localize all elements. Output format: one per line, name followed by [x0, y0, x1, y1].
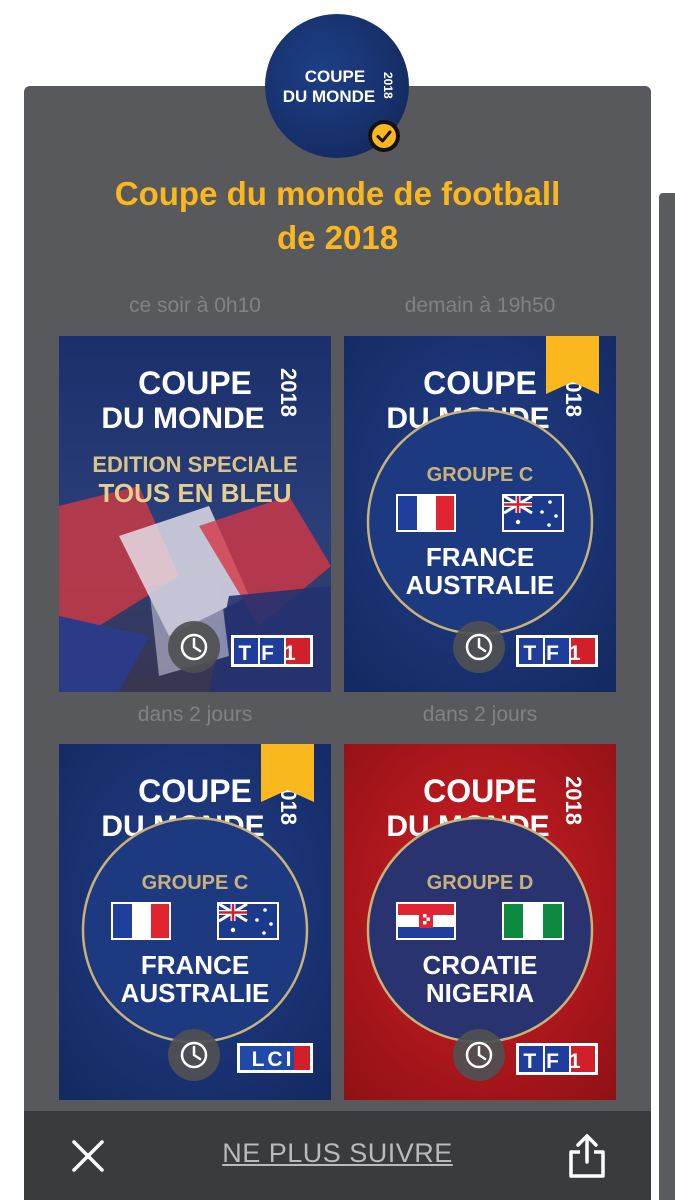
card-logo-year: 2018 [561, 776, 586, 825]
title-line1: Coupe du monde de football [114, 175, 561, 212]
scrollbar[interactable] [659, 193, 675, 1200]
flag-australia-icon [217, 902, 279, 940]
logo-year: 2018 [381, 72, 395, 99]
card-team2: NIGERIA [426, 978, 535, 1008]
flag-nigeria-icon [502, 902, 564, 940]
program-card-croatie-nigeria[interactable]: COUPE DU MONDE 2018 GROUPE D CROATIE NIG… [344, 744, 616, 1100]
flag-france-icon [396, 494, 456, 532]
program-time: dans 2 jours [422, 703, 538, 726]
channel-logo-lci: LCI [237, 1043, 313, 1073]
program-time: dans 2 jours [137, 703, 253, 726]
clock-icon[interactable] [168, 1029, 220, 1081]
program-time: demain à 19h50 [404, 294, 556, 317]
channel-label: TF1 [523, 1050, 590, 1073]
share-icon[interactable] [566, 1132, 608, 1180]
card-logo-line1: COUPE [423, 365, 537, 401]
card-logo-line1: COUPE [138, 773, 252, 809]
channel-logo-tf1: TF1 [516, 1043, 598, 1075]
flag-croatia-icon [396, 902, 456, 940]
card-team1: FRANCE [141, 950, 249, 980]
card-logo-line1: COUPE [138, 365, 252, 401]
card-logo-line1: COUPE [423, 773, 537, 809]
card-team2: AUSTRALIE [121, 978, 270, 1008]
card-group: GROUPE D [427, 872, 534, 894]
logo-line1: COUPE [305, 67, 365, 86]
page-title: Coupe du monde de football de 2018 [24, 172, 651, 260]
clock-icon[interactable] [453, 621, 505, 673]
card-logo-line2: DU MONDE [101, 402, 264, 435]
card-team2: AUSTRALIE [406, 570, 555, 600]
clock-icon[interactable] [453, 1029, 505, 1081]
program-card-edition-speciale[interactable]: COUPE DU MONDE 2018 EDITION SPECIALE TOU… [59, 336, 331, 692]
channel-logo-tf1: TF1 [516, 635, 598, 667]
unfollow-button[interactable]: NE PLUS SUIVRE [200, 1138, 475, 1169]
card-team1: FRANCE [426, 542, 534, 572]
card-headline2: TOUS EN BLEU [98, 478, 291, 508]
close-icon[interactable] [68, 1136, 108, 1176]
channel-label: LCI [252, 1048, 295, 1071]
card-team1: CROATIE [422, 950, 537, 980]
program-card-france-australie-lci[interactable]: COUPE DU MONDE 2018 GROUPE C FRANCE AUST… [59, 744, 331, 1100]
title-line2: de 2018 [276, 219, 399, 256]
logo-line2: DU MONDE [283, 87, 376, 106]
card-headline1: EDITION SPECIALE [92, 452, 297, 477]
channel-label: TF1 [238, 642, 305, 665]
flag-australia-icon [502, 494, 564, 532]
program-time: ce soir à 0h10 [129, 294, 261, 317]
clock-icon[interactable] [168, 621, 220, 673]
card-group: GROUPE C [142, 872, 249, 894]
channel-logo-tf1: TF1 [231, 635, 313, 667]
card-logo-year: 2018 [276, 368, 301, 417]
flag-france-icon [111, 902, 171, 940]
program-card-france-australie[interactable]: COUPE DU MONDE 2018 GROUPE C FRANCE AUST [344, 336, 616, 692]
check-circle-icon [368, 120, 400, 152]
channel-label: TF1 [523, 642, 590, 665]
card-group: GROUPE C [427, 464, 534, 486]
